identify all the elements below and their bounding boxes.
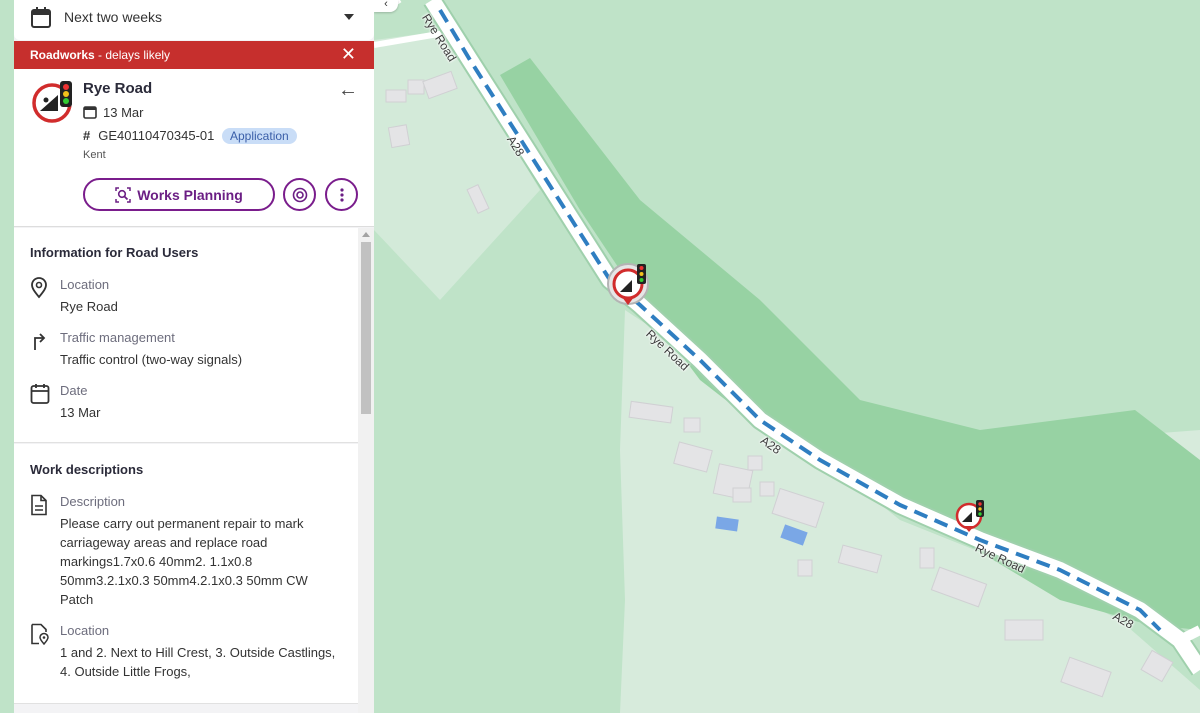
date-value: 13 Mar — [60, 405, 101, 420]
close-icon[interactable]: ✕ — [341, 45, 356, 63]
roadworks-marker-icon[interactable] — [607, 263, 649, 305]
alert-text: Roadworks - delays likely — [30, 48, 170, 62]
description-label: Description — [60, 494, 126, 509]
works-planning-label: Works Planning — [137, 186, 243, 203]
date-range-select[interactable]: Next two weeks — [14, 0, 374, 40]
work-location-value: 1 and 2. Next to Hill Crest, 3. Outside … — [60, 645, 336, 679]
location-label: Location — [60, 277, 110, 292]
traffic-label: Traffic management — [60, 330, 175, 345]
document-pin-icon — [31, 623, 49, 645]
traffic-value: Traffic control (two-way signals) — [60, 352, 243, 367]
work-location-label: Location — [60, 623, 110, 638]
location-pin-icon — [31, 277, 47, 299]
status-badge: Application — [222, 128, 297, 144]
scroll-up-icon[interactable] — [362, 232, 370, 237]
alert-message: - delays likely — [98, 48, 171, 62]
date-label: Date — [60, 383, 88, 398]
document-icon — [31, 494, 47, 516]
target-icon — [292, 187, 307, 202]
road-users-card: Information for Road Users Location Rye … — [14, 228, 358, 443]
work-descriptions-card: Work descriptions Description Please car… — [14, 444, 358, 704]
caret-down-icon — [344, 14, 354, 20]
traffic-item: Traffic management Traffic control (two-… — [30, 330, 340, 370]
calendar-icon — [31, 7, 51, 28]
scrollbar[interactable] — [358, 228, 374, 713]
location-value: Rye Road — [60, 299, 118, 314]
calendar-icon — [30, 384, 50, 404]
search-doc-icon — [115, 186, 131, 203]
alert-banner: Roadworks - delays likely ✕ — [14, 41, 374, 69]
description-item: Description Please carry out permanent r… — [30, 494, 340, 609]
roadworks-icon — [32, 81, 72, 123]
calendar-icon — [83, 106, 97, 119]
work-descriptions-heading: Work descriptions — [30, 462, 144, 477]
works-header: Rye Road ← 13 Mar # GE40110470345-01 Appl… — [14, 69, 374, 227]
works-date: 13 Mar — [103, 105, 144, 120]
works-planning-button[interactable]: Works Planning — [83, 178, 275, 211]
work-location-item: Location 1 and 2. Next to Hill Crest, 3.… — [30, 623, 340, 683]
road-users-heading: Information for Road Users — [30, 245, 199, 260]
description-value: Please carry out permanent repair to mar… — [60, 516, 308, 607]
turn-arrow-icon — [34, 333, 46, 350]
alert-type: Roadworks — [30, 48, 95, 62]
works-reference-row: # GE40110470345-01 Application — [83, 128, 297, 144]
date-item: Date 13 Mar — [30, 383, 340, 423]
more-options-button[interactable] — [325, 178, 358, 211]
works-reference: GE40110470345-01 — [98, 128, 215, 143]
more-vertical-icon — [339, 187, 344, 202]
arrow-left-icon[interactable]: ← — [338, 79, 358, 102]
date-range-value: Next two weeks — [64, 9, 163, 25]
works-title: Rye Road — [83, 80, 153, 97]
scrollbar-thumb[interactable] — [361, 242, 371, 414]
details-scroll-area[interactable]: Information for Road Users Location Rye … — [14, 228, 374, 713]
works-date-row: 13 Mar — [83, 105, 143, 120]
hash-icon: # — [83, 128, 91, 143]
locate-button[interactable] — [283, 178, 316, 211]
works-authority: Kent — [83, 149, 106, 161]
chevron-left-icon: ‹ — [384, 0, 388, 10]
location-item: Location Rye Road — [30, 277, 340, 317]
collapse-panel-button[interactable]: ‹ — [374, 0, 398, 12]
